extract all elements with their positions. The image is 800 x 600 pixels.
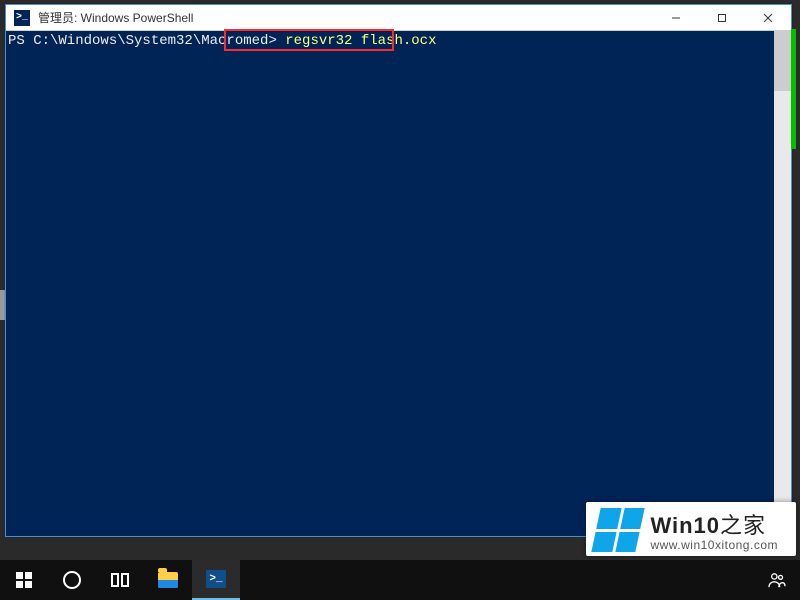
powershell-icon: >_: [14, 10, 30, 26]
powershell-icon: >_: [206, 570, 226, 588]
watermark-url: www.win10xitong.com: [650, 538, 778, 552]
watermark: Win10之家 www.win10xitong.com: [586, 502, 796, 556]
people-icon: [768, 572, 786, 588]
file-explorer-icon: [158, 572, 178, 588]
start-button[interactable]: [0, 560, 48, 600]
start-icon: [16, 572, 32, 588]
watermark-brand-en: Win10: [650, 513, 720, 538]
window-title: 管理员: Windows PowerShell: [34, 9, 653, 26]
watermark-brand-zh: 之家: [720, 513, 766, 538]
maximize-button[interactable]: [699, 5, 745, 31]
windows-logo-icon: [592, 508, 645, 552]
taskview-button[interactable]: [96, 560, 144, 600]
taskview-icon: [111, 573, 129, 587]
green-indicator: [791, 29, 796, 149]
taskbar-item-powershell[interactable]: >_: [192, 560, 240, 600]
scrollbar-thumb[interactable]: [774, 31, 791, 91]
app-icon: >_: [10, 8, 34, 28]
cortana-icon: [63, 571, 81, 589]
taskbar-tray: [760, 560, 800, 600]
close-button[interactable]: [745, 5, 791, 31]
prompt-path: PS C:\Windows\System32\Macromed>: [8, 33, 285, 49]
terminal-scrollbar[interactable]: [774, 31, 791, 536]
powershell-window: >_ 管理员: Windows PowerShell PS C:\Windows…: [5, 4, 792, 537]
people-button[interactable]: [760, 560, 794, 600]
window-controls: [653, 5, 791, 30]
titlebar[interactable]: >_ 管理员: Windows PowerShell: [6, 5, 791, 31]
minimize-button[interactable]: [653, 5, 699, 31]
taskbar: >_: [0, 560, 800, 600]
watermark-brand: Win10之家: [650, 508, 778, 540]
taskbar-item-explorer[interactable]: [144, 560, 192, 600]
cortana-button[interactable]: [48, 560, 96, 600]
terminal-command: regsvr32 flash.ocx: [285, 33, 436, 49]
terminal-area[interactable]: PS C:\Windows\System32\Macromed> regsvr3…: [6, 31, 791, 536]
